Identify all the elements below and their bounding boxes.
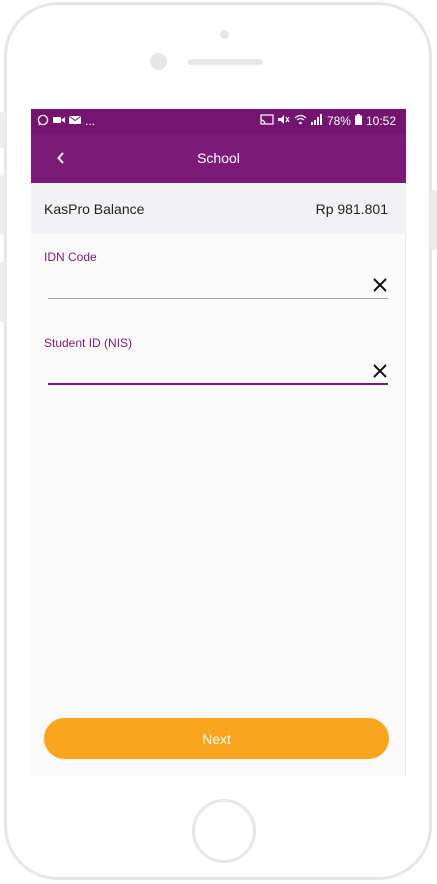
student-id-input[interactable] <box>48 357 388 381</box>
chevron-left-icon <box>57 152 64 164</box>
balance-value: Rp 981.801 <box>315 200 388 217</box>
student-id-underline <box>48 383 388 385</box>
page-title: School <box>197 150 240 166</box>
notification-overflow: ... <box>85 114 96 128</box>
whatsapp-icon <box>37 114 49 129</box>
wifi-icon <box>294 114 307 128</box>
idn-code-input[interactable] <box>48 271 388 295</box>
volume-up-button <box>0 175 6 235</box>
balance-label: KasPro Balance <box>44 200 145 217</box>
idn-code-label: IDN Code <box>44 250 97 264</box>
student-id-label: Student ID (NIS) <box>44 336 133 350</box>
clear-idn-code-icon[interactable] <box>371 276 389 294</box>
home-button[interactable] <box>192 799 256 863</box>
battery-icon <box>354 114 362 128</box>
volume-down-button <box>0 262 6 322</box>
school-form: IDN Code Student ID (NIS) Next <box>31 234 406 776</box>
idn-code-underline <box>48 298 388 299</box>
mute-icon <box>277 114 290 128</box>
idn-code-field: IDN Code <box>44 250 389 310</box>
battery-percentage: 78% <box>326 114 351 128</box>
power-button <box>431 190 437 250</box>
earpiece-speaker <box>188 59 263 65</box>
mail-icon <box>69 115 81 128</box>
clear-student-id-icon[interactable] <box>371 362 389 380</box>
front-camera <box>150 53 167 70</box>
student-id-field: Student ID (NIS) <box>44 336 389 396</box>
balance-row: KasPro Balance Rp 981.801 <box>31 183 406 234</box>
proximity-sensor <box>220 30 229 39</box>
app-header: School <box>31 133 406 183</box>
back-button[interactable] <box>49 146 73 170</box>
status-time: 10:52 <box>365 114 396 128</box>
mute-switch <box>0 112 6 148</box>
next-button[interactable]: Next <box>44 718 389 759</box>
video-icon <box>53 115 65 128</box>
signal-icon <box>310 114 323 128</box>
status-bar: ... 78% 10:52 <box>31 109 406 133</box>
app-screen: ... 78% 10:52 School KasPro Balance Rp 9… <box>31 109 406 776</box>
cast-icon <box>260 114 274 128</box>
